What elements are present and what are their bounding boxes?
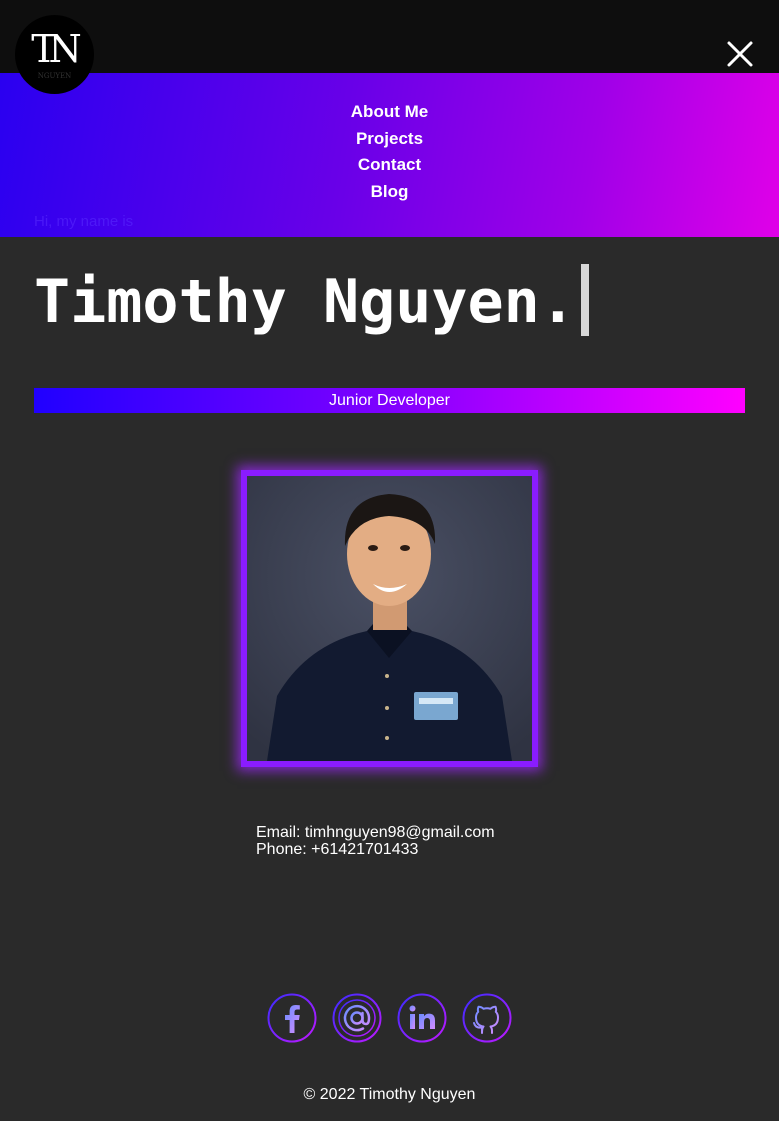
close-menu-button[interactable] bbox=[722, 36, 758, 72]
github-icon bbox=[462, 993, 512, 1043]
social-links bbox=[267, 993, 513, 1043]
nav-item-about-me[interactable]: About Me bbox=[0, 99, 779, 126]
greeting-text: Hi, my name is bbox=[34, 213, 134, 230]
footer-copyright: © 2022 Timothy Nguyen bbox=[303, 1086, 476, 1103]
logo[interactable]: TN NGUYEN bbox=[15, 15, 94, 94]
nav-list: About Me Projects Contact Blog bbox=[0, 99, 779, 205]
page: TN NGUYEN About Me Projects Contact Blog… bbox=[0, 0, 779, 1121]
logo-subtext: NGUYEN bbox=[37, 72, 72, 80]
close-icon bbox=[727, 41, 753, 67]
typing-cursor bbox=[581, 264, 589, 336]
contact-phone: Phone: +61421701433 bbox=[256, 841, 419, 858]
name-heading: Timothy Nguyen. bbox=[34, 267, 576, 337]
github-link[interactable] bbox=[462, 993, 512, 1043]
logo-text: TN bbox=[31, 26, 82, 71]
contact-email: Email: timhnguyen98@gmail.com bbox=[256, 824, 495, 841]
facebook-link[interactable] bbox=[267, 993, 317, 1043]
contact-info: Email: timhnguyen98@gmail.com Phone: +61… bbox=[256, 824, 495, 858]
linkedin-icon bbox=[397, 993, 447, 1043]
nav-item-blog[interactable]: Blog bbox=[0, 179, 779, 206]
facebook-icon bbox=[267, 993, 317, 1043]
top-bar bbox=[0, 0, 779, 73]
role-banner: Junior Developer bbox=[34, 388, 745, 413]
nav-item-contact[interactable]: Contact bbox=[0, 152, 779, 179]
linkedin-link[interactable] bbox=[397, 993, 447, 1043]
portrait-frame bbox=[241, 470, 538, 767]
email-icon bbox=[332, 993, 382, 1043]
profile-photo bbox=[247, 476, 532, 761]
email-link[interactable] bbox=[332, 993, 382, 1043]
nav-item-projects[interactable]: Projects bbox=[0, 126, 779, 153]
